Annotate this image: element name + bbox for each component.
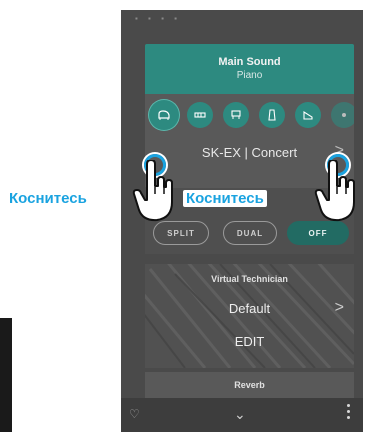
strings-icon (303, 111, 313, 120)
main-sound-header: Main Sound Piano (145, 44, 354, 94)
category-harpsichord-button[interactable] (259, 102, 285, 128)
selected-sound-name[interactable]: SK-EX | Concert (145, 145, 354, 160)
pointing-hand-icon (314, 160, 355, 222)
more-menu-icon[interactable] (347, 404, 351, 422)
chevron-right-icon[interactable]: > (335, 299, 344, 317)
virtual-technician-title: Virtual Technician (211, 274, 288, 284)
main-sound-subtitle: Piano (236, 70, 263, 81)
virtual-technician-card[interactable]: Virtual Technician Default > EDIT (145, 264, 354, 368)
sound-category-row (151, 102, 354, 128)
organ-icon (231, 110, 241, 119)
touch-callout-right: Коснитесь (183, 190, 267, 207)
virtual-technician-value[interactable]: Default (145, 301, 354, 316)
electric-piano-icon (194, 112, 206, 118)
category-organ-button[interactable] (223, 102, 249, 128)
heart-icon[interactable]: ♡ (129, 407, 140, 421)
more-icon (342, 113, 346, 117)
off-button[interactable]: OFF (287, 221, 349, 245)
split-button[interactable]: SPLIT (153, 221, 209, 245)
dual-button[interactable]: DUAL (223, 221, 277, 245)
piano-icon (158, 110, 170, 120)
reverb-card[interactable]: Reverb (145, 372, 354, 400)
bottom-bar: ♡ ⌄ (121, 398, 363, 432)
category-electric-piano-button[interactable] (187, 102, 213, 128)
reverb-title: Reverb (234, 380, 265, 390)
pointing-hand-icon (132, 160, 173, 222)
category-piano-button[interactable] (151, 102, 177, 128)
main-sound-title: Main Sound (218, 56, 281, 68)
chevron-down-icon[interactable]: ⌄ (234, 406, 246, 423)
edit-button[interactable]: EDIT (145, 334, 354, 349)
harpsichord-icon (268, 109, 276, 121)
touch-callout-left: Коснитесь (9, 190, 87, 207)
background-fragment (0, 318, 12, 432)
category-strings-button[interactable] (295, 102, 321, 128)
category-more-button[interactable] (331, 102, 354, 128)
status-bar: ▪ ▪ ▪ ▪ (135, 14, 182, 23)
